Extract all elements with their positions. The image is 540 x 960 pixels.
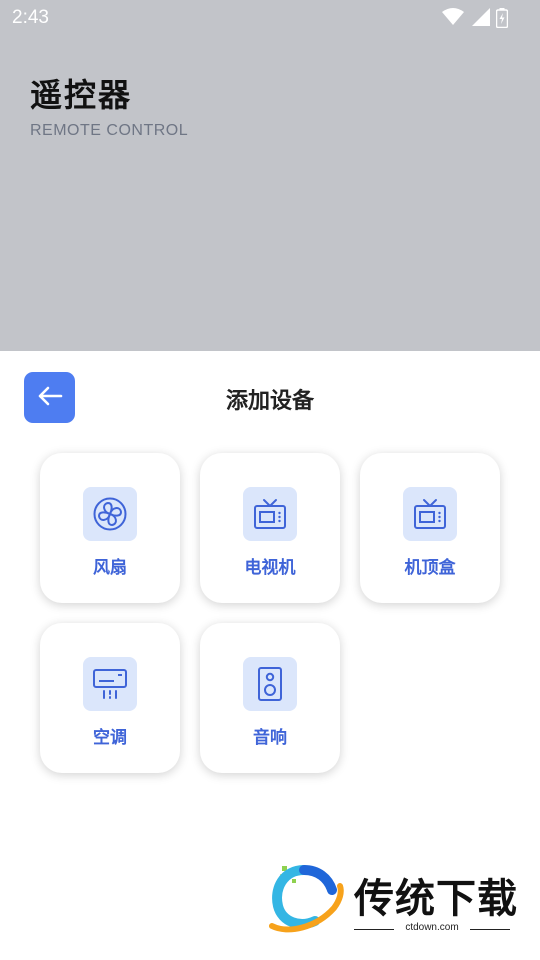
device-card-set-top-box[interactable]: 机顶盒	[360, 453, 500, 603]
watermark-text: 传统下载	[354, 876, 518, 922]
device-card-fan[interactable]: 风扇	[40, 453, 180, 603]
app-title: 遥控器	[30, 76, 133, 114]
wifi-icon	[442, 8, 464, 30]
device-label: 风扇	[93, 558, 127, 578]
device-card-speaker[interactable]: 音响	[200, 623, 340, 773]
air-conditioner-icon	[83, 657, 137, 711]
status-bar: 2:43	[0, 0, 540, 36]
device-card-air-conditioner[interactable]: 空调	[40, 623, 180, 773]
signal-icon	[472, 8, 490, 30]
battery-icon	[495, 8, 509, 32]
fan-icon	[83, 487, 137, 541]
device-card-tv[interactable]: 电视机	[200, 453, 340, 603]
tv-icon	[243, 487, 297, 541]
device-label: 空调	[93, 728, 127, 748]
tv-icon	[403, 487, 457, 541]
device-label: 机顶盒	[404, 558, 456, 578]
watermark-domain: ctdown.com	[405, 922, 459, 933]
header-area: 2:43 遥控器 REMOTE CONTROL	[0, 0, 540, 351]
device-label: 音响	[253, 728, 287, 748]
speaker-icon	[243, 657, 297, 711]
divider	[470, 929, 510, 930]
sheet-title: 添加设备	[225, 389, 314, 414]
watermark-logo: 传统下载 ctdown.com	[268, 862, 518, 940]
logo-icon	[268, 864, 346, 940]
device-label: 电视机	[244, 558, 296, 578]
status-time: 2:43	[12, 7, 49, 28]
app-subtitle: REMOTE CONTROL	[30, 122, 189, 139]
